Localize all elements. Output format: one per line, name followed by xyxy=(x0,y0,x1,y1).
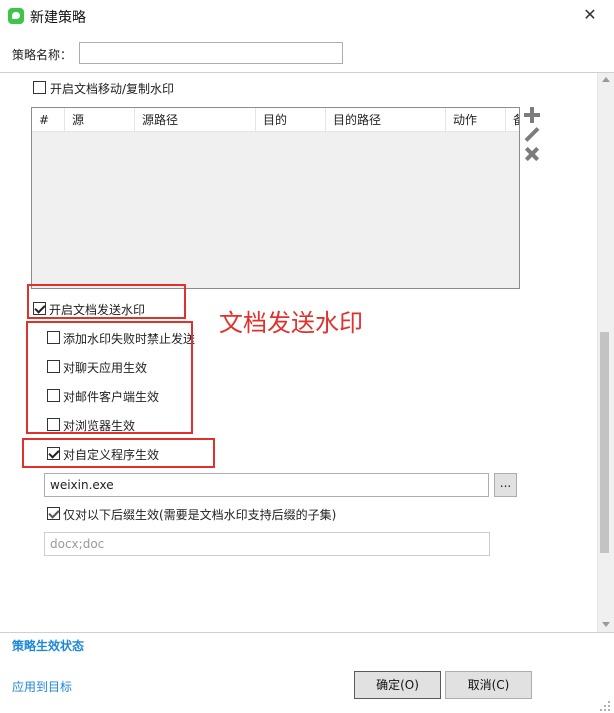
highlight-box-custom-program xyxy=(22,438,215,468)
ok-button[interactable]: 确定(O) xyxy=(354,671,441,699)
table-header: # 源 源路径 目的 目的路径 动作 备 xyxy=(32,108,519,132)
column-header-destination[interactable]: 目的 xyxy=(256,108,326,132)
browse-button[interactable]: ... xyxy=(494,473,517,497)
close-icon[interactable]: ✕ xyxy=(578,4,602,28)
column-header-source-path[interactable]: 源路径 xyxy=(135,108,256,132)
suffix-input[interactable]: docx;doc xyxy=(44,532,490,556)
policy-name-input[interactable] xyxy=(79,42,343,64)
policy-name-label: 策略名称： xyxy=(12,48,73,62)
wechat-icon xyxy=(8,8,24,24)
highlight-box-send-watermark xyxy=(27,284,186,319)
scroll-down-arrow-icon[interactable] xyxy=(602,622,610,627)
resize-grip-icon[interactable] xyxy=(600,699,612,711)
column-header-destination-path[interactable]: 目的路径 xyxy=(326,108,446,132)
suffix-only-label: 仅对以下后缀生效(需要是文档水印支持后缀的子集) xyxy=(63,508,337,522)
scroll-up-arrow-icon[interactable] xyxy=(602,77,610,82)
suffix-only-checkbox[interactable] xyxy=(47,507,60,520)
doc-move-copy-watermark-checkbox[interactable] xyxy=(33,81,46,94)
column-header-remark[interactable]: 备 xyxy=(506,108,519,132)
rules-table[interactable]: # 源 源路径 目的 目的路径 动作 备 xyxy=(31,107,520,289)
x-icon[interactable] xyxy=(524,146,540,162)
column-header-index[interactable]: # xyxy=(32,108,65,132)
plus-icon[interactable] xyxy=(524,107,540,123)
column-header-action[interactable]: 动作 xyxy=(446,108,506,132)
scrollbar-thumb[interactable] xyxy=(600,332,609,553)
cancel-button[interactable]: 取消(C) xyxy=(445,671,532,699)
custom-program-input[interactable]: weixin.exe xyxy=(44,473,489,497)
doc-move-copy-watermark-label: 开启文档移动/复制水印 xyxy=(50,82,175,96)
window-title: 新建策略 xyxy=(30,10,86,26)
title-bar: 新建策略 ✕ xyxy=(0,0,614,32)
apply-to-target-link[interactable]: 应用到目标 xyxy=(12,678,72,695)
column-header-source[interactable]: 源 xyxy=(65,108,135,132)
annotation-text: 文档发送水印 xyxy=(219,309,363,337)
highlight-box-send-options xyxy=(26,321,193,434)
pencil-icon[interactable] xyxy=(524,127,540,143)
policy-status-link[interactable]: 策略生效状态 xyxy=(12,637,84,654)
